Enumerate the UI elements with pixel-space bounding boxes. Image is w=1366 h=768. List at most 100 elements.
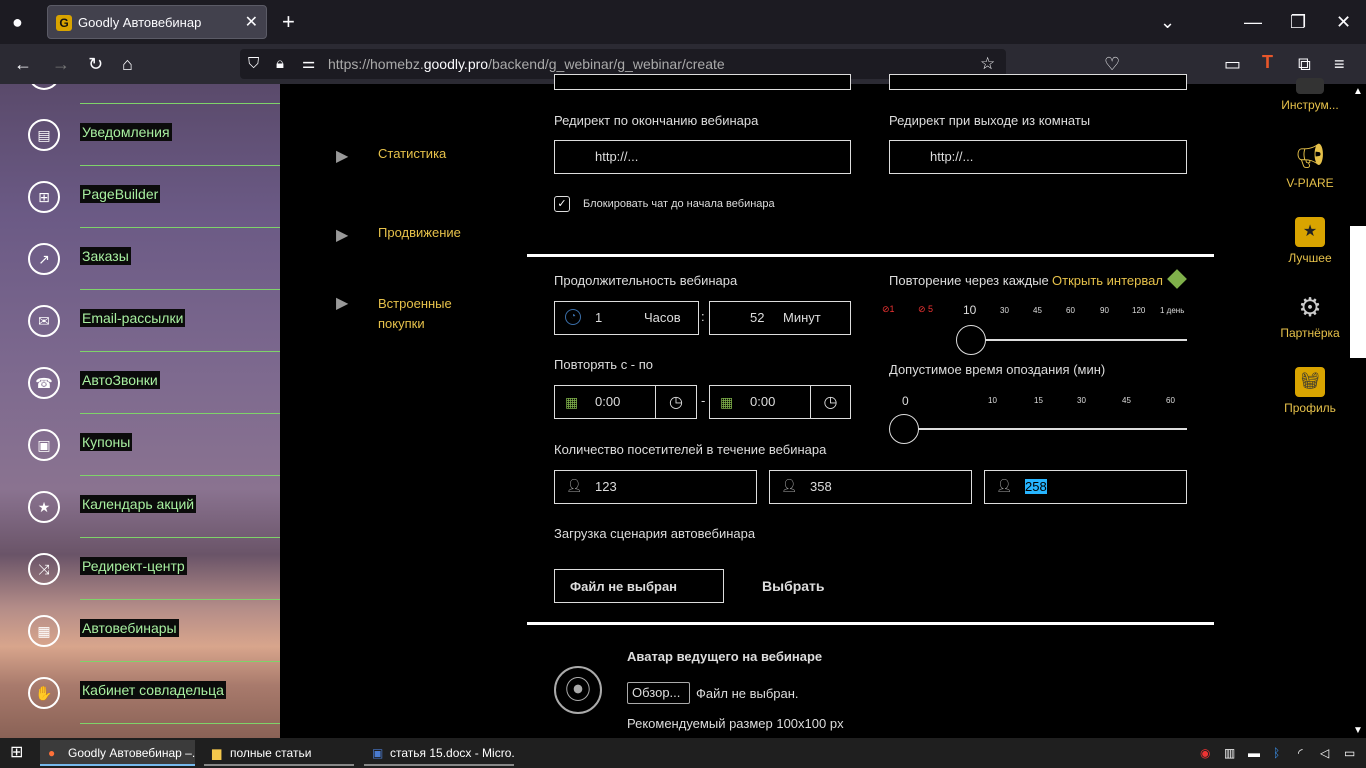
tray-notifications-icon[interactable]: ▭ bbox=[1344, 740, 1355, 766]
menu-promo[interactable]: ▶ Продвижение bbox=[336, 225, 461, 244]
tray-volume-icon[interactable]: ◁ bbox=[1320, 740, 1329, 766]
lock-icon[interactable]: 🔒︎ bbox=[276, 54, 284, 74]
redirect-exit-input[interactable]: http://... bbox=[889, 140, 1187, 174]
time-to-clock-button[interactable]: ◷ bbox=[810, 385, 851, 419]
reader-view-icon[interactable]: ▭ bbox=[1224, 54, 1241, 74]
taskbar-item-firefox[interactable]: ● Goodly Автовебинар –... bbox=[40, 740, 195, 766]
close-tab-icon[interactable]: ✕ bbox=[245, 12, 258, 32]
redirect-end-input[interactable]: http://... bbox=[554, 140, 851, 174]
user-icon: 👤︎ bbox=[996, 478, 1013, 493]
visitors-input-2[interactable]: 👤︎ 358 bbox=[769, 470, 972, 504]
sidebar-item-pagebuilder[interactable]: ⊞ PageBuilder bbox=[0, 166, 280, 228]
repeat-slider-track[interactable] bbox=[970, 339, 1187, 341]
right-item-partner[interactable]: ⚙ Партнёрка bbox=[1262, 292, 1358, 340]
duration-label: Продолжительность вебинара bbox=[554, 273, 738, 288]
url-text[interactable]: https://homebz.goodly.pro/backend/g_webi… bbox=[328, 56, 725, 72]
partial-input[interactable] bbox=[554, 74, 851, 90]
notifications-icon: ▤ bbox=[28, 119, 60, 151]
sidebar-item-redirect[interactable]: ⤨ Редирект-центр bbox=[0, 538, 280, 600]
folder-icon: ▆ bbox=[212, 746, 222, 760]
late-tick-10: 10 bbox=[988, 396, 997, 405]
close-window-icon[interactable]: ✕ bbox=[1336, 12, 1351, 32]
menu-stats[interactable]: ▶ Статистика bbox=[336, 146, 446, 165]
tray-bluetooth-icon[interactable]: ᛒ bbox=[1273, 740, 1280, 766]
repeat-slider-knob[interactable] bbox=[956, 325, 986, 355]
word-icon: ▣ bbox=[372, 746, 384, 760]
gear-icon: ⚙ bbox=[1298, 292, 1322, 322]
minimize-icon[interactable]: — bbox=[1244, 12, 1262, 32]
sidebar-item-coupons[interactable]: ▣ Купоны bbox=[0, 414, 280, 476]
permissions-icon[interactable]: ⚌ bbox=[302, 54, 315, 74]
scenario-file-field[interactable]: Файл не выбран bbox=[554, 569, 724, 603]
pocket-icon[interactable]: ♡ bbox=[1104, 54, 1120, 74]
sidebar-item-calendar[interactable]: ★ Календарь акций bbox=[0, 476, 280, 538]
redirect-icon: ⤨ bbox=[28, 553, 60, 585]
browse-button[interactable]: Обзор... bbox=[627, 682, 690, 704]
duration-minutes-input[interactable]: 52 Минут bbox=[709, 301, 851, 335]
tray-opera-icon[interactable]: ◉ bbox=[1200, 740, 1210, 766]
visitors-input-1[interactable]: 👤︎ 123 bbox=[554, 470, 757, 504]
taskbar: ⊞ ● Goodly Автовебинар –... ▆ полные ста… bbox=[0, 738, 1366, 768]
bookmark-star-icon[interactable]: ☆ bbox=[980, 54, 995, 74]
scrollbar[interactable]: ▲ ▼ bbox=[1350, 84, 1366, 738]
restore-icon[interactable]: ❐ bbox=[1290, 12, 1306, 32]
extension-t-icon[interactable]: T bbox=[1262, 52, 1273, 72]
colon-separator: : bbox=[701, 309, 705, 324]
sidebar-item-label: Купоны bbox=[80, 433, 133, 451]
tray-wifi-icon[interactable]: ◜ bbox=[1298, 740, 1303, 766]
duration-hours-input[interactable]: ◔ 1 Часов bbox=[554, 301, 699, 335]
sidebar-item-coowner[interactable]: ✋ Кабинет совладельца bbox=[0, 662, 280, 724]
scroll-up-icon[interactable]: ▲ bbox=[1353, 86, 1363, 97]
time-from-clock-button[interactable]: ◷ bbox=[655, 385, 697, 419]
tray-language-icon[interactable]: ▬ bbox=[1248, 740, 1260, 766]
menu-purchases[interactable]: ▶ Встроенные покупки bbox=[336, 294, 458, 334]
scrollbar-thumb[interactable] bbox=[1350, 226, 1366, 358]
fingerprint-icon: ⦿ bbox=[554, 666, 602, 714]
browser-tab[interactable]: G Goodly Автовебинар ✕ bbox=[47, 5, 267, 39]
late-tick-15: 15 bbox=[1034, 396, 1043, 405]
late-slider-track[interactable] bbox=[904, 428, 1187, 430]
sidebar-item-autocalls[interactable]: ☎ АвтоЗвонки bbox=[0, 352, 280, 414]
calendar-icon: ▦ bbox=[565, 394, 579, 410]
chevron-down-icon[interactable]: ⌄ bbox=[1160, 12, 1175, 32]
extensions-icon[interactable]: ⧉ bbox=[1298, 54, 1311, 74]
back-icon[interactable]: ← bbox=[14, 54, 32, 74]
taskbar-item-word[interactable]: ▣ статья 15.docx - Micro... bbox=[364, 740, 514, 766]
webinar-icon: ▦ bbox=[28, 615, 60, 647]
visitors-input-3[interactable]: 👤︎ 258 bbox=[984, 470, 1187, 504]
user-icon: 👤︎ bbox=[781, 478, 798, 493]
right-item-profile[interactable]: 🧺︎ Профиль bbox=[1262, 367, 1358, 415]
scroll-down-icon[interactable]: ▼ bbox=[1353, 725, 1363, 736]
windows-start-icon[interactable]: ⊞ bbox=[10, 740, 23, 766]
choose-file-button[interactable]: Выбрать bbox=[762, 578, 825, 594]
shield-icon[interactable]: ⛉ bbox=[248, 54, 259, 74]
sidebar-item-webinars[interactable]: ▦ Автовебинары bbox=[0, 600, 280, 662]
home-icon[interactable]: ⌂ bbox=[122, 54, 133, 74]
tray-app-icon[interactable]: ▥ bbox=[1224, 740, 1235, 766]
taskbar-item-folder[interactable]: ▆ полные статьи bbox=[204, 740, 354, 766]
forward-icon[interactable]: → bbox=[52, 54, 70, 74]
new-tab-icon[interactable]: + bbox=[282, 11, 295, 33]
open-interval-link[interactable]: Открыть интервал bbox=[1052, 273, 1163, 288]
right-item-best[interactable]: ★ Лучшее bbox=[1262, 217, 1358, 265]
divider bbox=[527, 254, 1214, 257]
sidebar-item-orders[interactable]: ↗ Заказы bbox=[0, 228, 280, 290]
menu-icon[interactable]: ≡ bbox=[1334, 54, 1345, 74]
coupon-icon: ▣ bbox=[28, 429, 60, 461]
late-slider-knob[interactable] bbox=[889, 414, 919, 444]
partial-input[interactable] bbox=[889, 74, 1187, 90]
sidebar-item-label: Кабинет совладельца bbox=[80, 681, 226, 699]
late-label: Допустимое время опоздания (мин) bbox=[889, 362, 1106, 377]
firefox-icon: ● bbox=[48, 746, 56, 760]
block-chat-checkbox[interactable]: ✓ bbox=[554, 196, 570, 212]
firefox-icon[interactable]: ● bbox=[12, 12, 23, 32]
right-item-tools[interactable]: Инструм... bbox=[1262, 78, 1358, 112]
plus-icon[interactable] bbox=[1167, 269, 1187, 289]
time-from-input[interactable]: ▦ 0:00 bbox=[554, 385, 656, 419]
calendar-icon: ★ bbox=[28, 491, 60, 523]
sidebar-item-notifications[interactable]: ▤ Уведомления bbox=[0, 104, 280, 166]
time-to-input[interactable]: ▦ 0:00 bbox=[709, 385, 811, 419]
right-item-vpiare[interactable]: 📢︎ V-PIARE bbox=[1262, 142, 1358, 190]
reload-icon[interactable]: ↻ bbox=[88, 54, 103, 74]
sidebar-item-email[interactable]: ✉ Email-рассылки bbox=[0, 290, 280, 352]
